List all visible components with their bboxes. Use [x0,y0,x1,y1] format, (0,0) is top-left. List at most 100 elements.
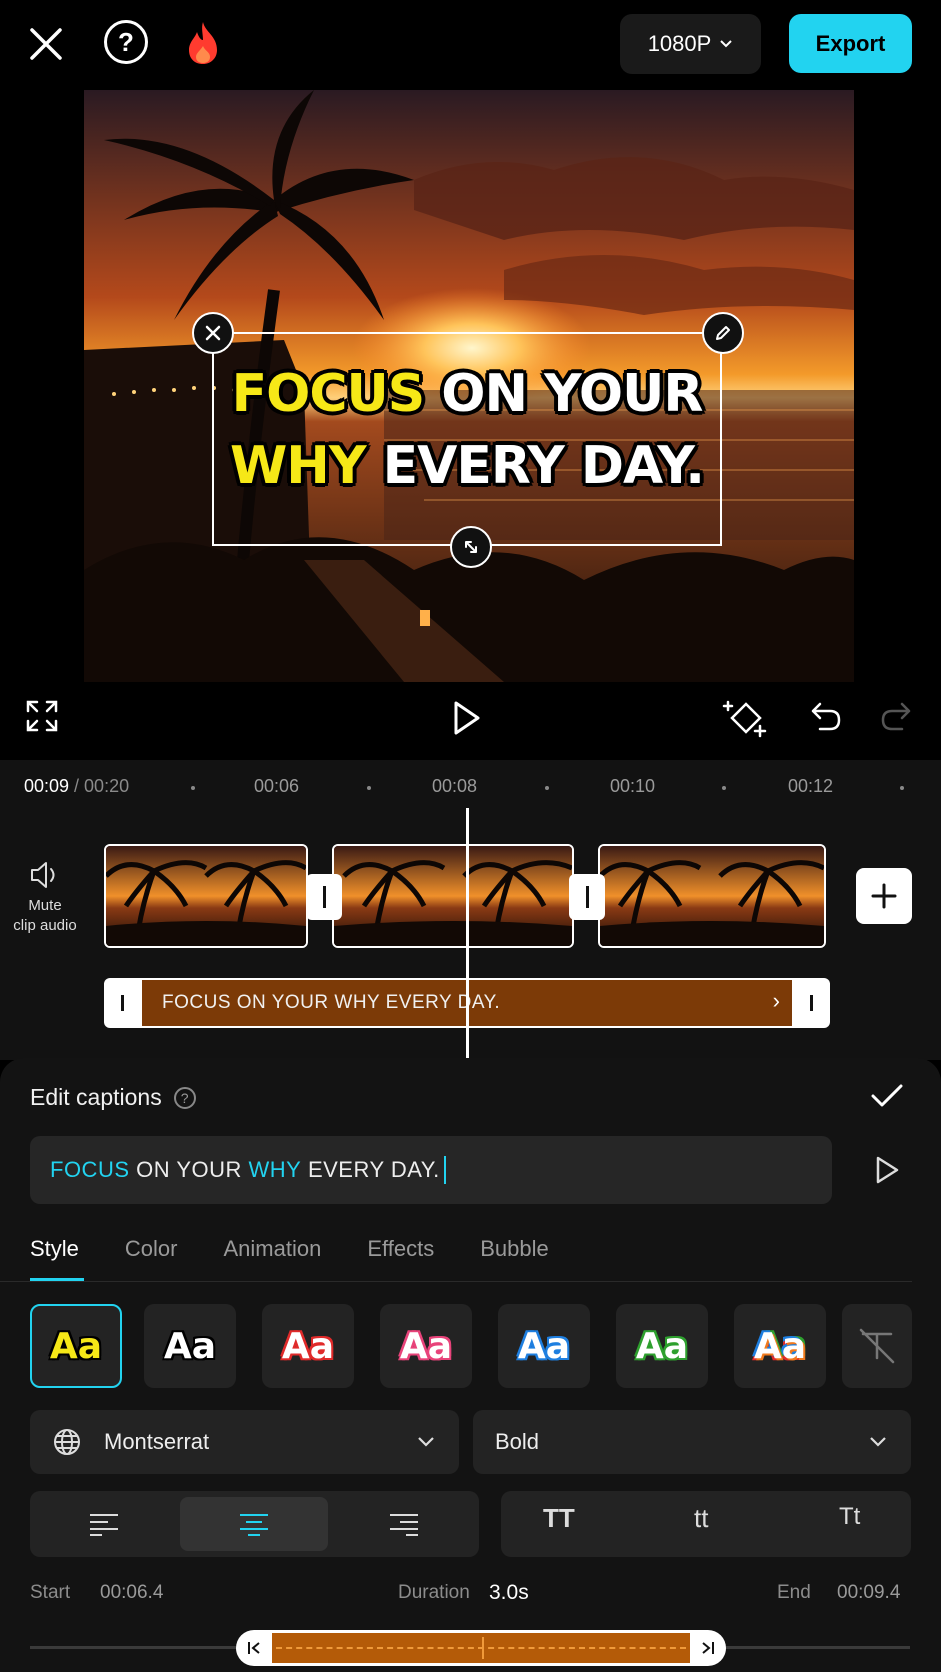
ruler-tick: 00:10 [610,776,656,796]
font-weight-dropdown[interactable]: Bold [473,1410,911,1474]
duration-label: Duration [398,1582,470,1603]
caption-overlay-text[interactable]: FOCUS ON YOUR WHY EVERY DAY. [212,358,722,502]
ruler-tick: 00:08 [432,776,478,796]
help-icon[interactable]: ? [173,1086,196,1109]
range-selection[interactable] [236,1630,726,1666]
ruler-dot [900,786,904,790]
highlight-word: WHY [248,1157,302,1182]
resolution-dropdown[interactable]: 1080P [620,14,761,74]
ruler-dot [545,786,549,790]
text-alignment-group [30,1491,479,1557]
style-preset-blue-outline[interactable]: Aa [498,1304,590,1388]
tab-bubble[interactable]: Bubble [480,1220,549,1278]
add-clip-button[interactable] [856,868,912,924]
panel-title: Edit captions ? [30,1084,196,1111]
align-center-icon[interactable] [180,1497,328,1551]
transition-handle[interactable] [569,874,605,920]
caption-time-range[interactable] [30,1628,910,1668]
text-case-group: TT tt Tt [501,1491,911,1557]
case-uppercase-button[interactable]: TT [543,1503,575,1534]
font-family-value: Montserrat [104,1429,210,1454]
align-left-icon[interactable] [30,1497,178,1551]
help-icon[interactable]: ? [104,20,148,64]
input-text: ON YOUR [129,1157,249,1182]
caption-timing: Start 00:06.4 Duration 3.0s End 00:09.4 [0,1581,941,1612]
keyframe-add-icon[interactable] [722,698,768,738]
redo-icon[interactable] [878,698,914,734]
ruler-tick: 00:12 [788,776,834,796]
edit-captions-panel: Edit captions ? FOCUS ON YOUR WHY EVERY … [0,1058,941,1672]
speaker-icon [31,862,55,888]
caption-text-span: ON YOUR [441,364,703,424]
style-tabs: Style Color Animation Effects Bubble [30,1220,595,1278]
edit-caption-pencil-icon[interactable] [702,312,744,354]
input-text: EVERY DAY. [301,1157,440,1182]
mute-label: Mute [28,897,62,914]
style-preset-green-outline[interactable]: Aa [616,1304,708,1388]
style-none-icon[interactable] [842,1304,912,1388]
trim-right-handle-icon[interactable] [698,1640,716,1656]
style-preset-yellow[interactable]: Aa [30,1304,122,1388]
text-cursor [443,1156,446,1184]
font-weight-value: Bold [495,1429,540,1454]
time-ruler: 00:09 / 00:20 00:06 00:08 00:10 00:12 [0,776,941,806]
align-right-icon[interactable] [330,1497,478,1551]
caption-text-span: EVERY DAY. [382,436,705,496]
play-icon[interactable] [448,698,484,738]
end-label: End [777,1582,811,1603]
resolution-value: 1080P [647,31,712,56]
transition-handle[interactable] [306,874,342,920]
video-preview[interactable]: FOCUS ON YOUR WHY EVERY DAY. [84,90,854,682]
range-playhead-marker [482,1637,484,1659]
timeline[interactable]: 00:09 / 00:20 00:06 00:08 00:10 00:12 Mu… [0,760,941,1060]
chevron-right-icon: › [772,988,780,1013]
caption-trim-left-handle[interactable] [121,995,124,1011]
current-time-display: 00:09 / 00:20 [24,776,129,797]
ruler-dot [722,786,726,790]
tab-style[interactable]: Style [30,1220,79,1278]
range-dashes [276,1647,686,1649]
case-lowercase-button[interactable]: tt [694,1503,708,1534]
ruler-tick: 00:06 [254,776,300,796]
chevron-down-icon [720,40,733,48]
trim-left-handle-icon[interactable] [246,1640,264,1656]
font-family-dropdown[interactable]: Montserrat [30,1410,459,1474]
tab-animation[interactable]: Animation [224,1220,322,1278]
play-caption-icon[interactable] [872,1154,902,1191]
delete-caption-handle-icon[interactable] [192,312,234,354]
video-clip[interactable] [332,844,574,948]
export-button[interactable]: Export [789,14,912,73]
top-bar: ? 1080P Export [0,0,941,86]
chevron-down-icon [870,1437,886,1447]
style-preset-rainbow-outline[interactable]: Aa [734,1304,826,1388]
ruler-dot [191,786,195,790]
playhead[interactable] [466,808,469,1058]
start-label: Start [30,1582,71,1603]
case-titlecase-button[interactable]: Tt [839,1503,860,1531]
caption-highlight-word: FOCUS [231,364,426,424]
scale-rotate-handle-icon[interactable] [450,526,492,568]
mute-label-sub: clip audio [13,917,77,934]
close-icon[interactable] [22,20,70,68]
style-preset-red-outline[interactable]: Aa [262,1304,354,1388]
fire-icon[interactable] [180,18,226,68]
end-value: 00:09.4 [837,1582,901,1603]
tab-effects[interactable]: Effects [367,1220,434,1278]
panel-title-text: Edit captions [30,1084,162,1110]
fullscreen-icon[interactable] [24,698,60,734]
mute-clip-audio-button[interactable]: Mute clip audio [10,860,80,936]
caption-text-input[interactable]: FOCUS ON YOUR WHY EVERY DAY. [30,1136,832,1204]
style-preset-white[interactable]: Aa [144,1304,236,1388]
video-clip[interactable] [598,844,826,948]
undo-icon[interactable] [808,698,844,734]
caption-trim-right-handle[interactable] [810,995,813,1011]
style-preset-pink-outline[interactable]: Aa [380,1304,472,1388]
highlight-word: FOCUS [50,1157,130,1182]
confirm-check-icon[interactable] [870,1082,904,1115]
tab-color[interactable]: Color [125,1220,178,1278]
player-controls [0,690,941,750]
tab-divider [0,1281,912,1282]
start-value: 00:06.4 [100,1582,164,1603]
video-clip[interactable] [104,844,308,948]
current-time: 00:09 [24,776,70,796]
